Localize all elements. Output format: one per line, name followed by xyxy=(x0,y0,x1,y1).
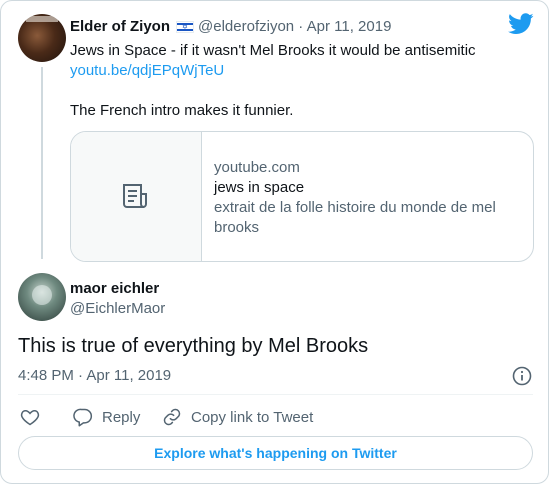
author-name[interactable]: maor eichler xyxy=(70,280,159,298)
quoted-tweet-text: Jews in Space - if it wasn't Mel Brooks … xyxy=(70,41,530,121)
tweet-timestamp[interactable]: 4:48 PM · Apr 11, 2019 xyxy=(18,367,171,385)
quoted-tweet-date[interactable]: Apr 11, 2019 xyxy=(307,18,392,35)
quoted-text-line2: The French intro makes it funnier. xyxy=(70,102,294,119)
quoted-text-line1: Jews in Space - if it wasn't Mel Brooks … xyxy=(70,42,476,59)
reply-icon xyxy=(73,408,93,427)
twitter-bird-icon[interactable] xyxy=(508,13,534,35)
copy-link-button[interactable]: Copy link to Tweet xyxy=(162,406,313,428)
link-preview-card[interactable]: youtube.com jews in space extrait de la … xyxy=(70,131,534,262)
author-avatar[interactable] xyxy=(18,273,66,321)
link-preview-title: jews in space xyxy=(214,179,305,196)
youtube-link[interactable]: youtu.be/qdjEPqWjTeU xyxy=(70,61,530,81)
like-button[interactable] xyxy=(20,406,40,428)
reply-button[interactable]: Reply xyxy=(73,406,140,428)
quoted-author-name[interactable]: Elder of Ziyon xyxy=(70,18,170,35)
link-preview-description: extrait de la folle histoire du monde de… xyxy=(214,199,496,236)
thread-connector-line xyxy=(41,67,43,259)
quoted-tweet-header: Elder of Ziyon ✡ @elderofziyon · Apr 11, 2… xyxy=(70,18,391,36)
copy-link-icon xyxy=(163,408,181,426)
link-preview-domain: youtube.com xyxy=(214,159,300,176)
quoted-author-avatar[interactable] xyxy=(18,14,66,62)
document-icon xyxy=(123,184,147,208)
link-preview-body: youtube.com jews in space extrait de la … xyxy=(214,158,514,238)
israel-flag-icon: ✡ xyxy=(176,21,195,33)
separator-dot: · xyxy=(294,18,307,35)
divider xyxy=(18,394,533,395)
info-icon[interactable] xyxy=(512,366,532,386)
reply-label: Reply xyxy=(102,408,141,426)
heart-icon xyxy=(20,409,40,426)
author-handle[interactable]: @EichlerMaor xyxy=(70,300,165,318)
quoted-author-handle[interactable]: @elderofziyon xyxy=(198,18,294,35)
link-preview-thumbnail xyxy=(71,132,202,261)
tweet-embed-card: Elder of Ziyon ✡ @elderofziyon · Apr 11, 2… xyxy=(0,0,549,484)
tweet-text: This is true of everything by Mel Brooks xyxy=(18,335,369,357)
copy-link-label: Copy link to Tweet xyxy=(191,408,314,426)
explore-twitter-button[interactable]: Explore what's happening on Twitter xyxy=(18,436,533,470)
